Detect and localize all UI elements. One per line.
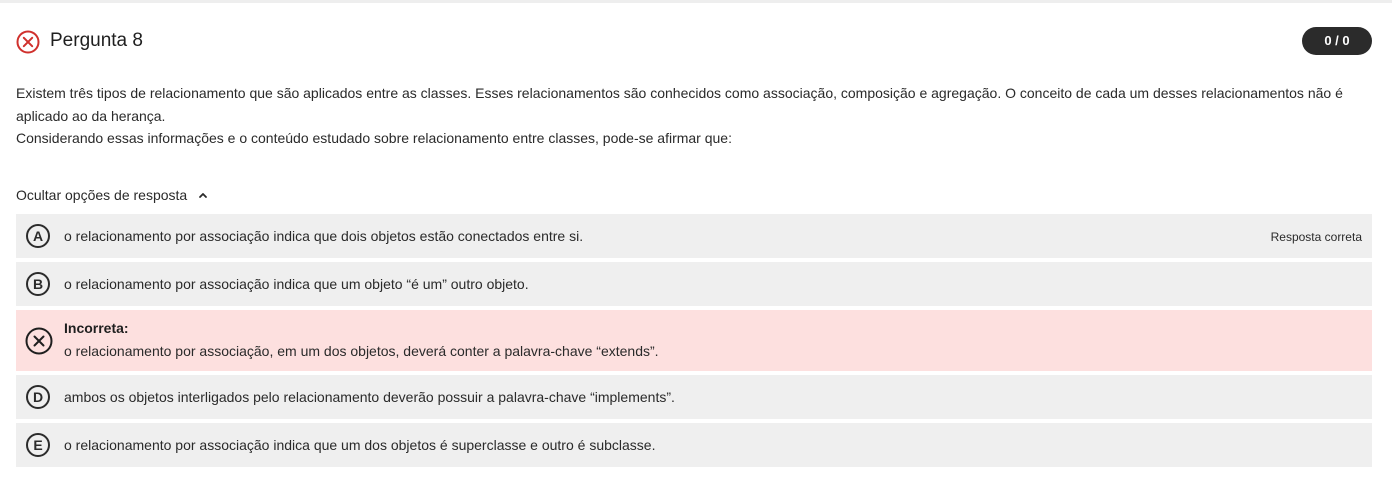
question-paragraph: Existem três tipos de relacionamento que… — [16, 85, 1343, 124]
option-letter: A — [26, 224, 50, 248]
option-letter: B — [26, 272, 50, 296]
question-paragraph: Considerando essas informações e o conte… — [16, 130, 732, 146]
option-letter: E — [26, 433, 50, 457]
option-text: o relacionamento por associação indica q… — [64, 276, 529, 292]
chevron-up-icon — [197, 186, 209, 198]
toggle-label: Ocultar opções de resposta — [16, 187, 188, 203]
correct-answer-tag: Resposta correta — [1270, 230, 1362, 244]
answer-option-c[interactable]: Incorreta: o relacionamento por associaç… — [16, 310, 1372, 371]
answer-option-d[interactable]: D ambos os objetos interligados pelo rel… — [16, 375, 1372, 419]
score-badge: 0 / 0 — [1302, 27, 1372, 55]
answer-option-b[interactable]: B o relacionamento por associação indica… — [16, 262, 1372, 306]
option-letter: D — [26, 385, 50, 409]
question-header: Pergunta 8 0 / 0 — [16, 27, 1372, 56]
answer-option-e[interactable]: E o relacionamento por associação indica… — [16, 423, 1372, 467]
option-text: o relacionamento por associação indica q… — [64, 437, 656, 453]
option-text: ambos os objetos interligados pelo relac… — [64, 389, 675, 405]
x-circle-icon — [16, 30, 40, 54]
toggle-answer-options[interactable]: Ocultar opções de resposta — [16, 185, 209, 205]
incorrect-label: Incorreta: — [64, 320, 129, 336]
option-text: o relacionamento por associação indica q… — [64, 228, 584, 244]
question-text: Existem três tipos de relacionamento que… — [16, 82, 1361, 150]
answer-option-a[interactable]: A o relacionamento por associação indica… — [16, 214, 1372, 258]
option-text: o relacionamento por associação, em um d… — [64, 343, 659, 359]
question-title: Pergunta 8 — [50, 30, 143, 51]
x-circle-icon — [25, 327, 53, 355]
